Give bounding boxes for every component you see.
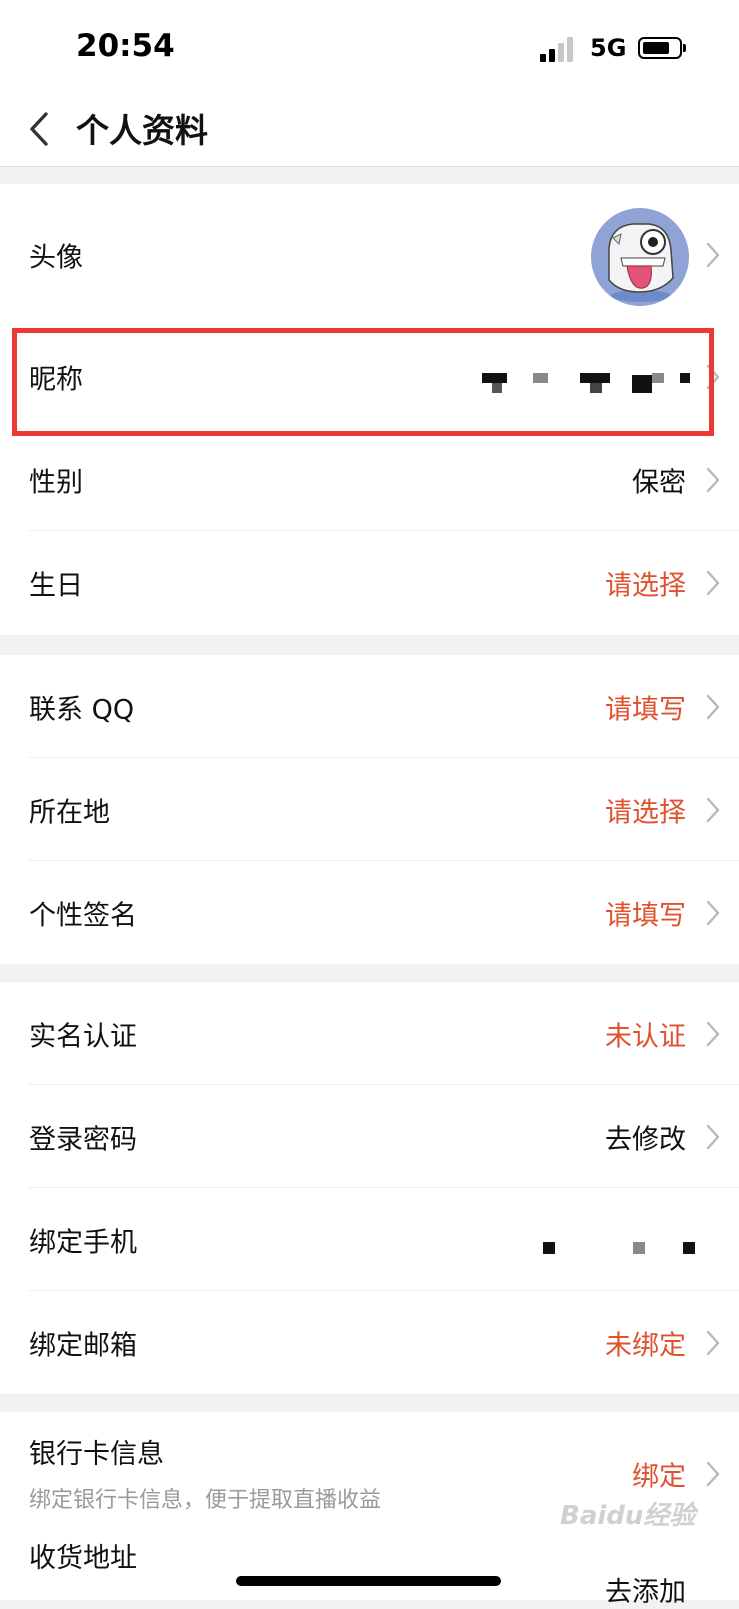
row-value: 未绑定 <box>605 1330 686 1361</box>
row-label: 绑定邮箱 <box>29 1330 137 1361</box>
network-label: 5G <box>590 34 627 62</box>
chevron-right-icon <box>706 900 720 925</box>
status-time: 20:54 <box>76 28 175 64</box>
row-value: 请填写 <box>605 900 686 931</box>
chevron-right-icon <box>706 1124 720 1149</box>
row-label: 绑定手机 <box>29 1227 137 1258</box>
row-value: 未认证 <box>605 1021 686 1052</box>
row-real-name[interactable]: 实名认证 未认证 <box>0 982 739 1085</box>
status-bar: 20:54 5G <box>0 0 739 92</box>
row-label: 所在地 <box>29 797 110 828</box>
row-signature[interactable]: 个性签名 请填写 <box>0 861 739 964</box>
chevron-right-icon <box>706 467 720 492</box>
chevron-left-icon <box>30 112 48 146</box>
home-indicator <box>236 1576 501 1586</box>
row-address[interactable]: 收货地址 去添加 <box>0 1524 739 1608</box>
row-subtitle: 绑定银行卡信息，便于提取直播收益 <box>29 1488 382 1513</box>
highlight-box <box>12 328 714 436</box>
section-security: 实名认证 未认证 登录密码 去修改 绑定手机 绑定邮箱 未绑定 <box>0 982 739 1394</box>
row-phone[interactable]: 绑定手机 <box>0 1188 739 1291</box>
row-birthday[interactable]: 生日 请选择 <box>0 531 739 634</box>
row-password[interactable]: 登录密码 去修改 <box>0 1085 739 1188</box>
battery-icon <box>638 37 686 59</box>
row-label: 头像 <box>29 242 83 273</box>
section-contact: 联系 QQ 请填写 所在地 请选择 个性签名 请填写 <box>0 655 739 964</box>
row-label: 生日 <box>29 570 83 601</box>
row-value: 去添加 <box>605 1577 686 1608</box>
row-value: 保密 <box>632 467 686 498</box>
chevron-right-icon <box>706 1461 720 1487</box>
row-location[interactable]: 所在地 请选择 <box>0 758 739 861</box>
row-label: 收货地址 <box>29 1543 137 1574</box>
nav-bar: 个人资料 <box>0 92 739 167</box>
row-avatar[interactable]: 头像 <box>0 184 739 325</box>
row-value: 请选择 <box>605 797 686 828</box>
row-label: 登录密码 <box>29 1124 137 1155</box>
chevron-right-icon <box>706 694 720 719</box>
chevron-right-icon <box>706 570 720 595</box>
row-value: 请选择 <box>605 570 686 601</box>
signal-icon <box>540 36 580 62</box>
avatar[interactable] <box>591 208 689 306</box>
chevron-right-icon <box>706 1330 720 1355</box>
page-title: 个人资料 <box>76 111 208 150</box>
row-label: 个性签名 <box>29 900 137 931</box>
row-label: 银行卡信息 <box>29 1439 164 1470</box>
watermark: Baidu经验 <box>560 1501 696 1531</box>
chevron-right-icon <box>706 242 720 267</box>
row-label: 联系 QQ <box>29 694 135 725</box>
row-label: 实名认证 <box>29 1021 137 1052</box>
chevron-right-icon <box>706 1021 720 1046</box>
back-button[interactable] <box>22 106 62 152</box>
row-value: 请填写 <box>605 694 686 725</box>
row-gender[interactable]: 性别 保密 <box>0 428 739 531</box>
row-qq[interactable]: 联系 QQ 请填写 <box>0 655 739 758</box>
row-label: 性别 <box>29 467 83 498</box>
chevron-right-icon <box>706 797 720 822</box>
row-email[interactable]: 绑定邮箱 未绑定 <box>0 1291 739 1394</box>
row-value: 去修改 <box>605 1124 686 1155</box>
row-value: 绑定 <box>632 1461 686 1493</box>
